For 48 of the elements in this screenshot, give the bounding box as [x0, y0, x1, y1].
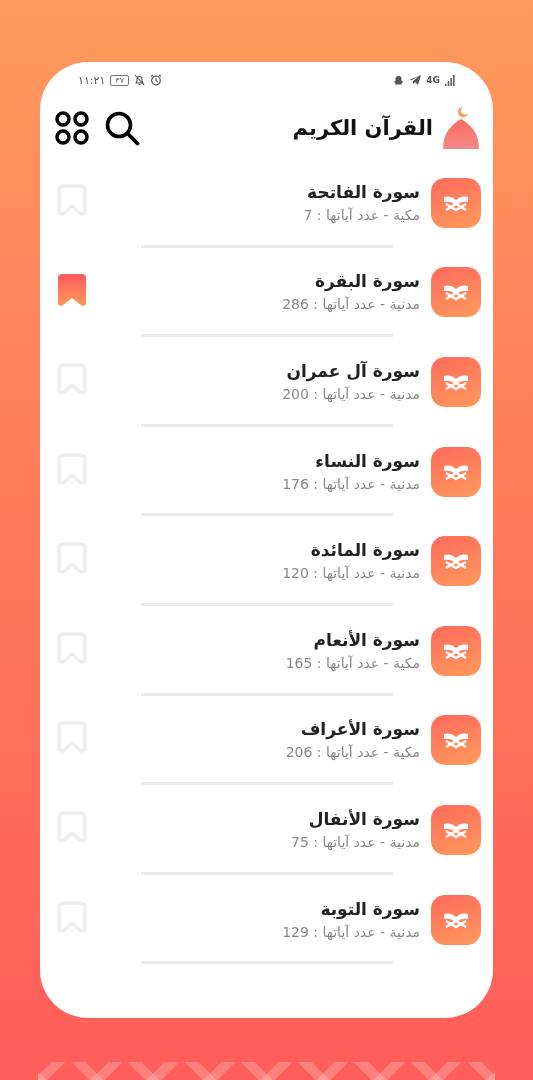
grid-menu-icon[interactable] — [54, 110, 90, 146]
status-time: ١١:٢١ — [78, 73, 106, 87]
open-book-icon — [443, 731, 469, 750]
surah-info: مدنية - عدد آياتها : 75 — [291, 832, 420, 853]
surah-name[interactable]: سورة الأعراف — [300, 717, 420, 742]
network-type: 4G — [426, 74, 440, 85]
surah-name[interactable]: سورة البقرة — [314, 269, 420, 294]
quran-book-tile[interactable] — [431, 446, 481, 497]
ghost-icon — [393, 74, 405, 86]
surah-info: مكية - عدد آياتها : 206 — [285, 743, 420, 763]
open-book-icon — [443, 641, 469, 660]
open-book-icon — [443, 820, 469, 839]
open-book-icon — [443, 373, 469, 391]
quran-book-tile[interactable] — [431, 536, 481, 587]
quran-book-tile[interactable] — [431, 625, 481, 676]
open-book-icon — [443, 910, 469, 929]
quran-book-tile[interactable] — [431, 267, 481, 318]
open-book-icon — [443, 283, 469, 302]
quran-book-tile[interactable] — [431, 177, 481, 228]
quran-book-tile[interactable] — [431, 357, 481, 407]
surah-name[interactable]: سورة الأنفال — [308, 806, 420, 831]
surah-info: مدنية - عدد آياتها : 200 — [282, 385, 420, 405]
surah-name[interactable]: سورة النساء — [315, 448, 420, 473]
quran-book-tile[interactable] — [431, 894, 481, 945]
bell-off-icon — [133, 74, 145, 86]
alarm-icon — [149, 74, 162, 86]
quran-book-tile[interactable] — [431, 715, 481, 766]
open-book-icon — [443, 552, 469, 571]
app-title: القرآن الكريم — [292, 116, 433, 140]
surah-name[interactable]: سورة الأنعام — [313, 627, 420, 652]
quran-book-tile[interactable] — [431, 804, 481, 855]
surah-name[interactable]: سورة المائدة — [310, 538, 420, 563]
paper-plane-icon — [409, 75, 422, 85]
battery-icon: ٣٧ — [110, 74, 129, 86]
open-book-icon — [443, 462, 469, 481]
surah-info: مدنية - عدد آياتها : 176 — [282, 474, 420, 495]
signal-icon — [445, 74, 455, 86]
open-book-icon — [443, 193, 469, 212]
search-icon[interactable] — [104, 110, 140, 146]
surah-info: مكية - عدد آياتها : 7 — [303, 205, 420, 225]
surah-info: مدنية - عدد آياتها : 286 — [282, 295, 420, 315]
surah-info: مدنية - عدد آياتها : 129 — [282, 922, 420, 943]
mosque-dome-icon — [441, 105, 481, 151]
surah-name[interactable]: سورة آل عمران — [286, 359, 420, 383]
surah-name[interactable]: سورة التوبة — [320, 896, 420, 921]
surah-info: مدنية - عدد آياتها : 120 — [282, 564, 420, 584]
surah-name[interactable]: سورة الفاتحة — [307, 179, 420, 204]
surah-info: مكية - عدد آياتها : 165 — [285, 653, 420, 673]
